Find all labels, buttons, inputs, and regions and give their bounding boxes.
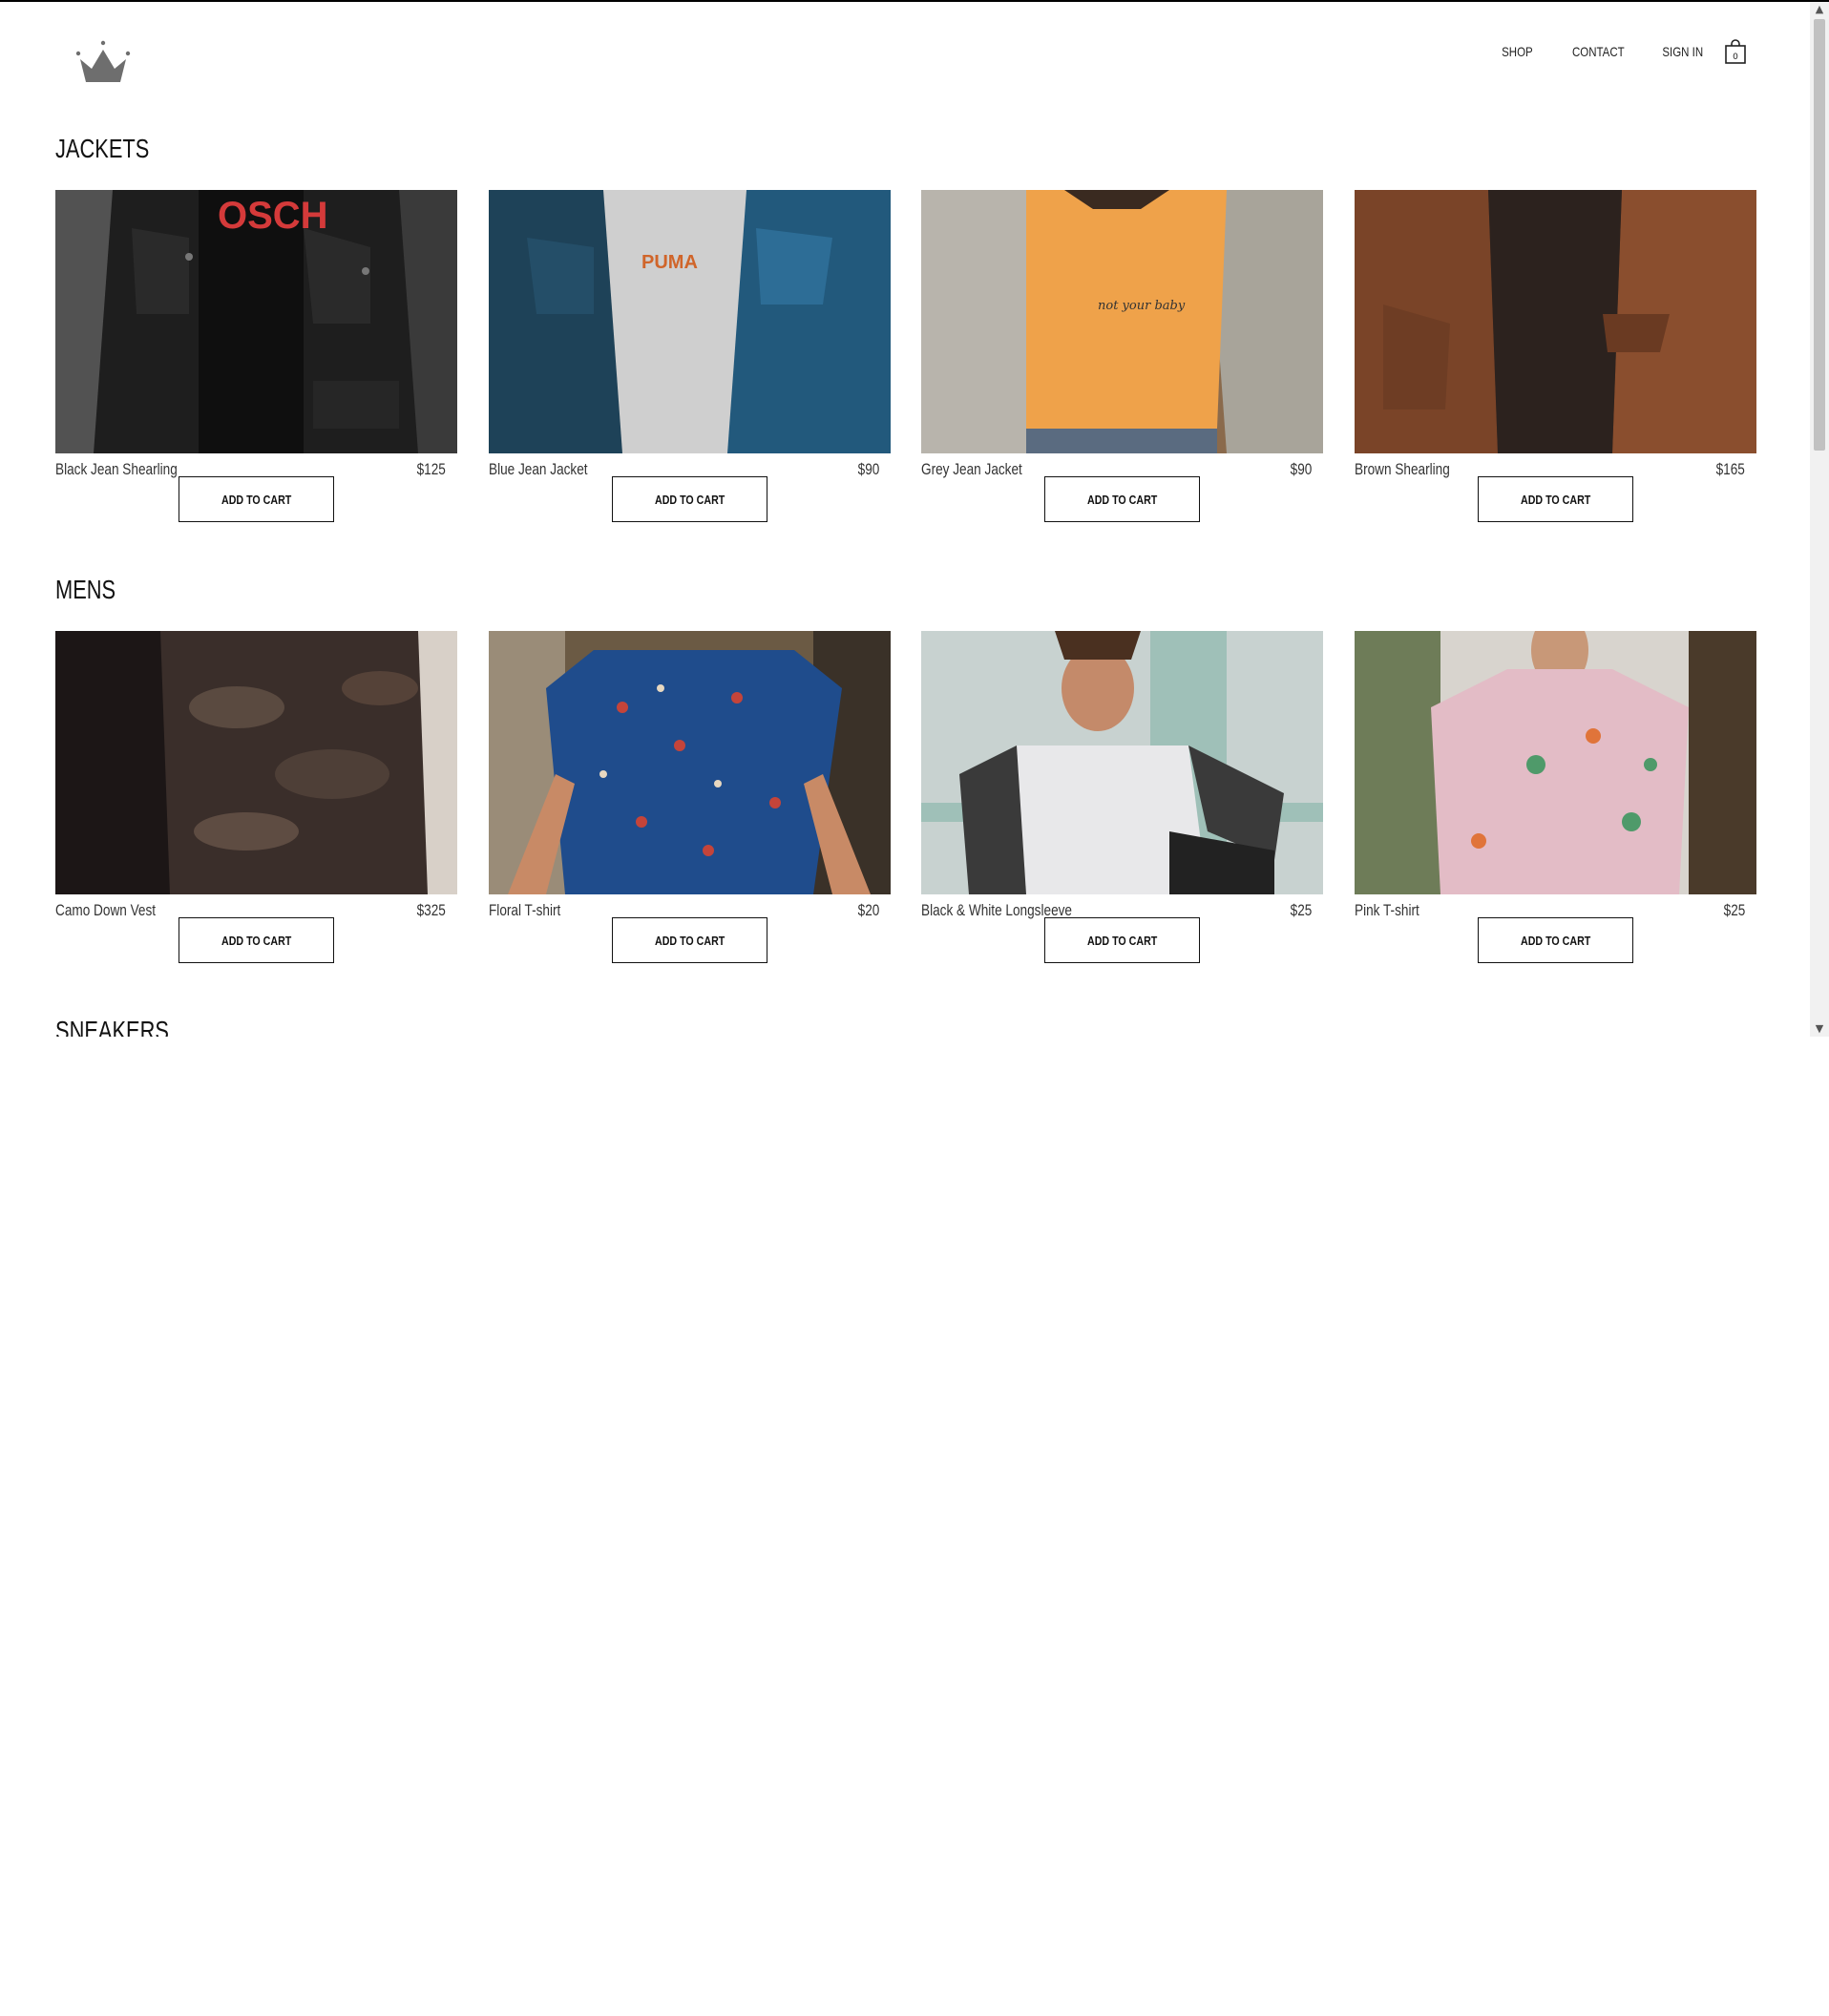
nav-shop-link[interactable]: SHOP — [1502, 44, 1533, 59]
add-to-cart-button[interactable]: ADD TO CART — [612, 476, 767, 522]
product-card: Camo Down Vest $325 ADD TO CART — [55, 631, 457, 975]
product-name: Floral T-shirt — [489, 901, 561, 919]
product-name: Pink T-shirt — [1355, 901, 1419, 919]
svg-text:not your baby: not your baby — [1098, 299, 1186, 313]
product-card: OSCH Black Jean Shearling $125 ADD TO CA… — [55, 190, 457, 534]
product-name: Blue Jean Jacket — [489, 460, 588, 478]
nav-contact-link[interactable]: CONTACT — [1572, 44, 1625, 59]
product-price: $325 — [416, 901, 446, 919]
product-card: Brown Shearling $165 ADD TO CART — [1355, 190, 1756, 534]
product-price: $125 — [416, 460, 446, 478]
section-title-sneakers: SNEAKERS — [55, 1016, 169, 1037]
product-price: $90 — [1290, 460, 1312, 478]
product-image[interactable]: OSCH — [55, 190, 457, 453]
nav-sign-in-link[interactable]: SIGN IN — [1662, 44, 1703, 59]
section-title-mens: MENS — [55, 575, 116, 604]
product-price: $165 — [1715, 460, 1745, 478]
page-viewport: SHOP CONTACT SIGN IN 0 JACKETS OSCH Blac… — [0, 2, 1810, 1037]
scroll-up-arrow-icon[interactable]: ▲ — [1810, 2, 1829, 17]
add-to-cart-button[interactable]: ADD TO CART — [612, 917, 767, 963]
product-name: Grey Jean Jacket — [921, 460, 1022, 478]
scroll-down-arrow-icon[interactable]: ▼ — [1810, 1021, 1829, 1037]
product-card: not your baby Grey Jean Jacket $90 ADD T… — [921, 190, 1323, 534]
product-name: Camo Down Vest — [55, 901, 157, 919]
product-price: $25 — [1290, 901, 1312, 919]
product-card: Black & White Longsleeve $25 ADD TO CART — [921, 631, 1323, 975]
product-card: Floral T-shirt $20 ADD TO CART — [489, 631, 891, 975]
product-price: $25 — [1723, 901, 1745, 919]
scrollbar-thumb[interactable] — [1814, 19, 1825, 451]
vertical-scrollbar[interactable]: ▲ ▼ — [1810, 2, 1829, 1037]
add-to-cart-button[interactable]: ADD TO CART — [179, 917, 334, 963]
add-to-cart-button[interactable]: ADD TO CART — [1478, 476, 1633, 522]
shopping-bag-icon[interactable]: 0 — [1724, 38, 1747, 65]
product-image[interactable]: not your baby — [921, 190, 1323, 453]
add-to-cart-button[interactable]: ADD TO CART — [1044, 476, 1200, 522]
section-title-jackets: JACKETS — [55, 134, 150, 163]
product-name: Black Jean Shearling — [55, 460, 178, 478]
svg-text:0: 0 — [1733, 52, 1738, 62]
site-header: SHOP CONTACT SIGN IN 0 — [0, 2, 1810, 126]
product-image[interactable]: PUMA — [489, 190, 891, 453]
crown-icon[interactable] — [74, 40, 132, 86]
product-image[interactable] — [1355, 631, 1756, 894]
svg-text:PUMA: PUMA — [641, 252, 698, 273]
product-price: $90 — [857, 460, 879, 478]
product-card: Pink T-shirt $25 ADD TO CART — [1355, 631, 1756, 975]
product-grid-jackets: OSCH Black Jean Shearling $125 ADD TO CA… — [55, 190, 1758, 534]
add-to-cart-button[interactable]: ADD TO CART — [179, 476, 334, 522]
product-image[interactable] — [1355, 190, 1756, 453]
product-image[interactable] — [489, 631, 891, 894]
add-to-cart-button[interactable]: ADD TO CART — [1044, 917, 1200, 963]
product-name: Brown Shearling — [1355, 460, 1450, 478]
product-image[interactable] — [921, 631, 1323, 894]
product-price: $20 — [857, 901, 879, 919]
product-grid-mens: Camo Down Vest $325 ADD TO CART Floral T… — [55, 631, 1758, 975]
product-card: PUMA Blue Jean Jacket $90 ADD TO CART — [489, 190, 891, 534]
add-to-cart-button[interactable]: ADD TO CART — [1478, 917, 1633, 963]
main-nav: SHOP CONTACT SIGN IN 0 — [1466, 38, 1747, 65]
product-image[interactable] — [55, 631, 457, 894]
